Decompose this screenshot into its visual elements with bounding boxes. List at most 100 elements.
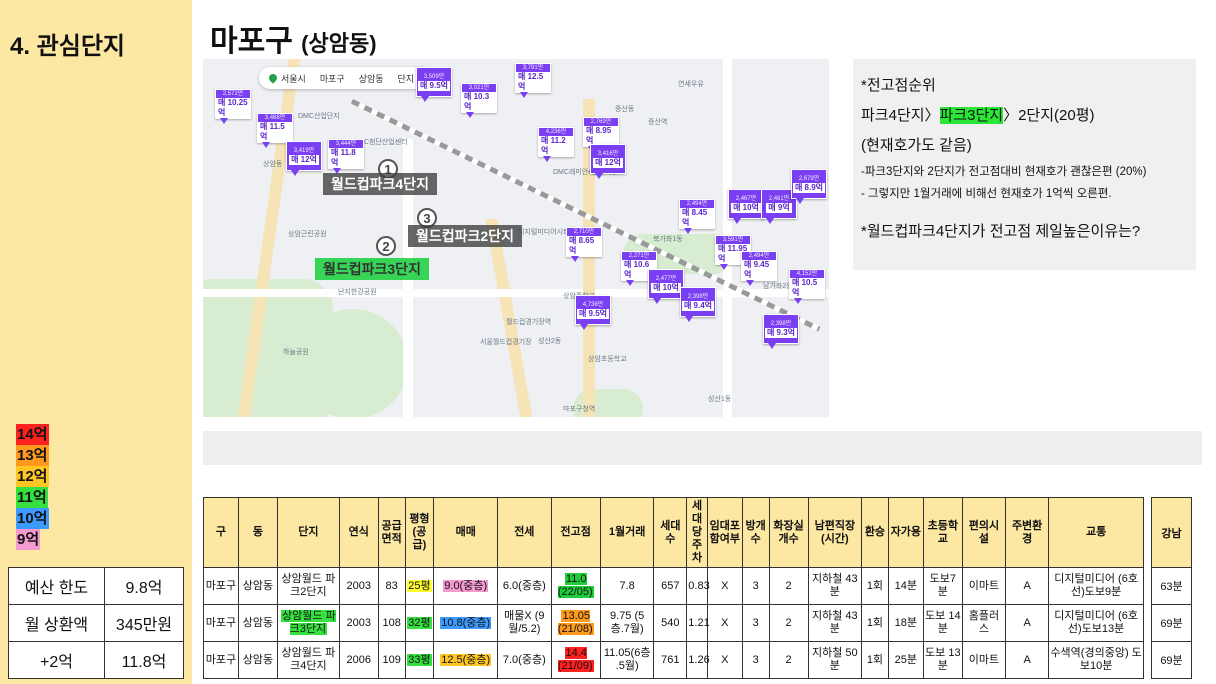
map-breadcrumb[interactable]: 서울시 마포구 상암동 단지⌄ <box>259 67 434 89</box>
cell: 상암월드 파크2단지 <box>277 567 340 605</box>
price-marker[interactable]: 3,444만 매 11.8억 <box>328 139 364 174</box>
table-row: 마포구 상암동 상암월드 파크4단지 2006 109 33평 12.5(중층)… <box>203 641 1144 679</box>
map-place-name: 성산1동 <box>708 396 732 403</box>
peak-mark: 11.0 (22/05) <box>557 573 594 598</box>
cell: 63분 <box>1151 567 1192 605</box>
budget-label: 예산 한도 <box>8 567 105 605</box>
col-header: 단지 <box>277 497 340 568</box>
price-marker[interactable]: 4,738만 매 9.5억 <box>575 295 611 330</box>
cell: A <box>1005 641 1050 679</box>
cell: 108 <box>377 604 406 642</box>
price-marker[interactable]: 4,236만 매 11.2억 <box>538 127 574 162</box>
cell: 69분 <box>1151 604 1192 642</box>
col-header: 전고점 <box>550 497 601 568</box>
map-place-name: 하늘공원 <box>283 349 309 356</box>
price-marker[interactable]: 3,021만 매 10.3억 <box>461 83 497 118</box>
cell: 마포구 <box>203 604 239 642</box>
map-place-name: 마포구청역 <box>563 406 596 413</box>
price-marker[interactable]: 2,572만 매 10.25억 <box>215 89 251 124</box>
pyeong-mark: 32평 <box>407 616 432 629</box>
cell: X <box>706 604 743 642</box>
price-marker[interactable]: 4,152만 매 10.5억 <box>789 269 825 304</box>
peak-mark: 13.05 (21/08) <box>557 610 594 635</box>
cell: 2006 <box>338 641 379 679</box>
price-marker[interactable]: 3,419만 매 12억 <box>286 141 322 176</box>
place-label-park4[interactable]: 월드컵파크4단지 <box>323 173 437 195</box>
price-marker[interactable]: 2,769만 매 8.95억 <box>583 117 619 152</box>
price-marker[interactable]: 3,791만 매 12.5억 <box>515 63 551 98</box>
slide: 4. 관심단지 14억 13억 12억 11억 10억 9억 예산 한도 9.8… <box>0 0 1216 684</box>
cell: A <box>1005 567 1050 605</box>
cell: 0.83 <box>686 567 710 605</box>
place-number: 2 <box>376 236 396 256</box>
price-marker[interactable]: 2,398만 매 9.3억 <box>763 314 799 349</box>
cell: 761 <box>653 641 688 679</box>
price-marker[interactable]: 2,710만 매 8.65억 <box>566 227 602 262</box>
cell: 25평 <box>404 567 435 605</box>
place-label-park3[interactable]: 월드컵파크3단지 <box>315 258 429 280</box>
notes-panel: *전고점순위 파크4단지〉파크3단지〉2단지(20평) (현재호가도 같음) -… <box>853 59 1196 270</box>
cell: 3 <box>741 567 770 605</box>
map-view[interactable]: 서울시 마포구 상암동 단지⌄ 연세우유 증산동 증산역 DMC산업단지 DMC… <box>203 59 829 417</box>
price-marker[interactable]: 2,398만 매 9.4억 <box>680 287 716 322</box>
legend-14: 14억 <box>16 424 49 445</box>
map-place-name: 성산2동 <box>538 338 562 345</box>
budget-label: +2억 <box>8 641 105 679</box>
budget-row: 예산 한도 9.8억 <box>8 567 184 605</box>
budget-value: 9.8억 <box>104 567 184 605</box>
cell: 지하철 50분 <box>807 641 863 679</box>
legend-11: 11억 <box>16 487 48 508</box>
cell: 도보 13분 <box>922 641 963 679</box>
col-header: 방개수 <box>741 497 770 568</box>
price-marker[interactable]: 3,416만 매 12억 <box>590 144 626 179</box>
cell: 9.0(중층) <box>433 567 499 605</box>
breadcrumb-city[interactable]: 서울시 <box>267 71 306 85</box>
price-marker[interactable]: 2,494만 매 8.45억 <box>679 199 715 234</box>
price-marker[interactable]: 3,509만 매 9.5억 <box>416 67 452 102</box>
price-marker[interactable]: 2,477만 매 10억 <box>648 269 684 304</box>
col-header: 전세 <box>497 497 552 568</box>
map-place-name: DMC산업단지 <box>298 113 340 120</box>
cell: 14.4 (21/09) <box>550 641 601 679</box>
breadcrumb-district[interactable]: 마포구 <box>320 72 345 85</box>
cell: 마포구 <box>203 567 239 605</box>
cell: 상암월드 파크3단지 <box>277 604 340 642</box>
map-place-name: 북가좌1동 <box>653 236 683 243</box>
sidebar: 4. 관심단지 14억 13억 12억 11억 10억 9억 예산 한도 9.8… <box>0 0 192 684</box>
map-place-name: 상암동 <box>263 161 283 168</box>
cell: 지하철 43분 <box>807 604 863 642</box>
price-marker[interactable]: 2,467만 매 10억 <box>728 189 764 224</box>
map-place-name: 서울월드컵경기장 <box>480 339 532 346</box>
price-legend: 14억 13억 12억 11억 10억 9억 <box>16 424 49 550</box>
cell: 디지털미디어 (6호선)도보9분 <box>1048 567 1144 605</box>
cell: 마포구 <box>203 641 239 679</box>
notes-detail: -파크3단지와 2단지가 전고점대비 현재호가 괜찮은편 (20%) <box>861 166 1147 178</box>
cell: 2 <box>768 567 809 605</box>
divider-bar <box>203 431 1202 465</box>
map-place-name: 증산동 <box>615 106 635 113</box>
cell: 1회 <box>861 567 889 605</box>
cell: 69분 <box>1151 641 1192 679</box>
cell: 이마트 <box>961 567 1007 605</box>
price-mark: 10.8(중층) <box>440 616 492 629</box>
cell: 2 <box>768 604 809 642</box>
place-label-park2[interactable]: 월드컵파크2단지 <box>408 225 522 247</box>
price-marker[interactable]: 2,679만 매 8.9억 <box>791 169 827 204</box>
cell: 13.05 (21/08) <box>550 604 601 642</box>
cell: 9.75 (5층.7월) <box>599 604 655 642</box>
price-marker[interactable]: 2,494만 매 9.45억 <box>741 251 777 286</box>
cell: 11.0 (22/05) <box>550 567 601 605</box>
gangnam-commute-table: 강남 63분 69분 69분 <box>1151 497 1192 679</box>
price-marker[interactable]: 3,468만 매 11.5억 <box>257 113 293 148</box>
cell: 33평 <box>404 641 435 679</box>
cell: 지하철 43분 <box>807 567 863 605</box>
cell: 디지털미디어 (6호선)도보13분 <box>1048 604 1144 642</box>
col-header: 세대당주차 <box>686 497 708 568</box>
cell: A <box>1005 604 1050 642</box>
cell: X <box>706 641 743 679</box>
col-header: 남편직장(시간) <box>807 497 863 568</box>
notes-detail: - 그렇지만 1월거래에 비해선 현재호가 1억씩 오른편. <box>861 188 1112 200</box>
cell: 1.21 <box>686 604 710 642</box>
breadcrumb-dong[interactable]: 상암동 <box>359 72 384 85</box>
legend-13: 13억 <box>16 445 49 466</box>
